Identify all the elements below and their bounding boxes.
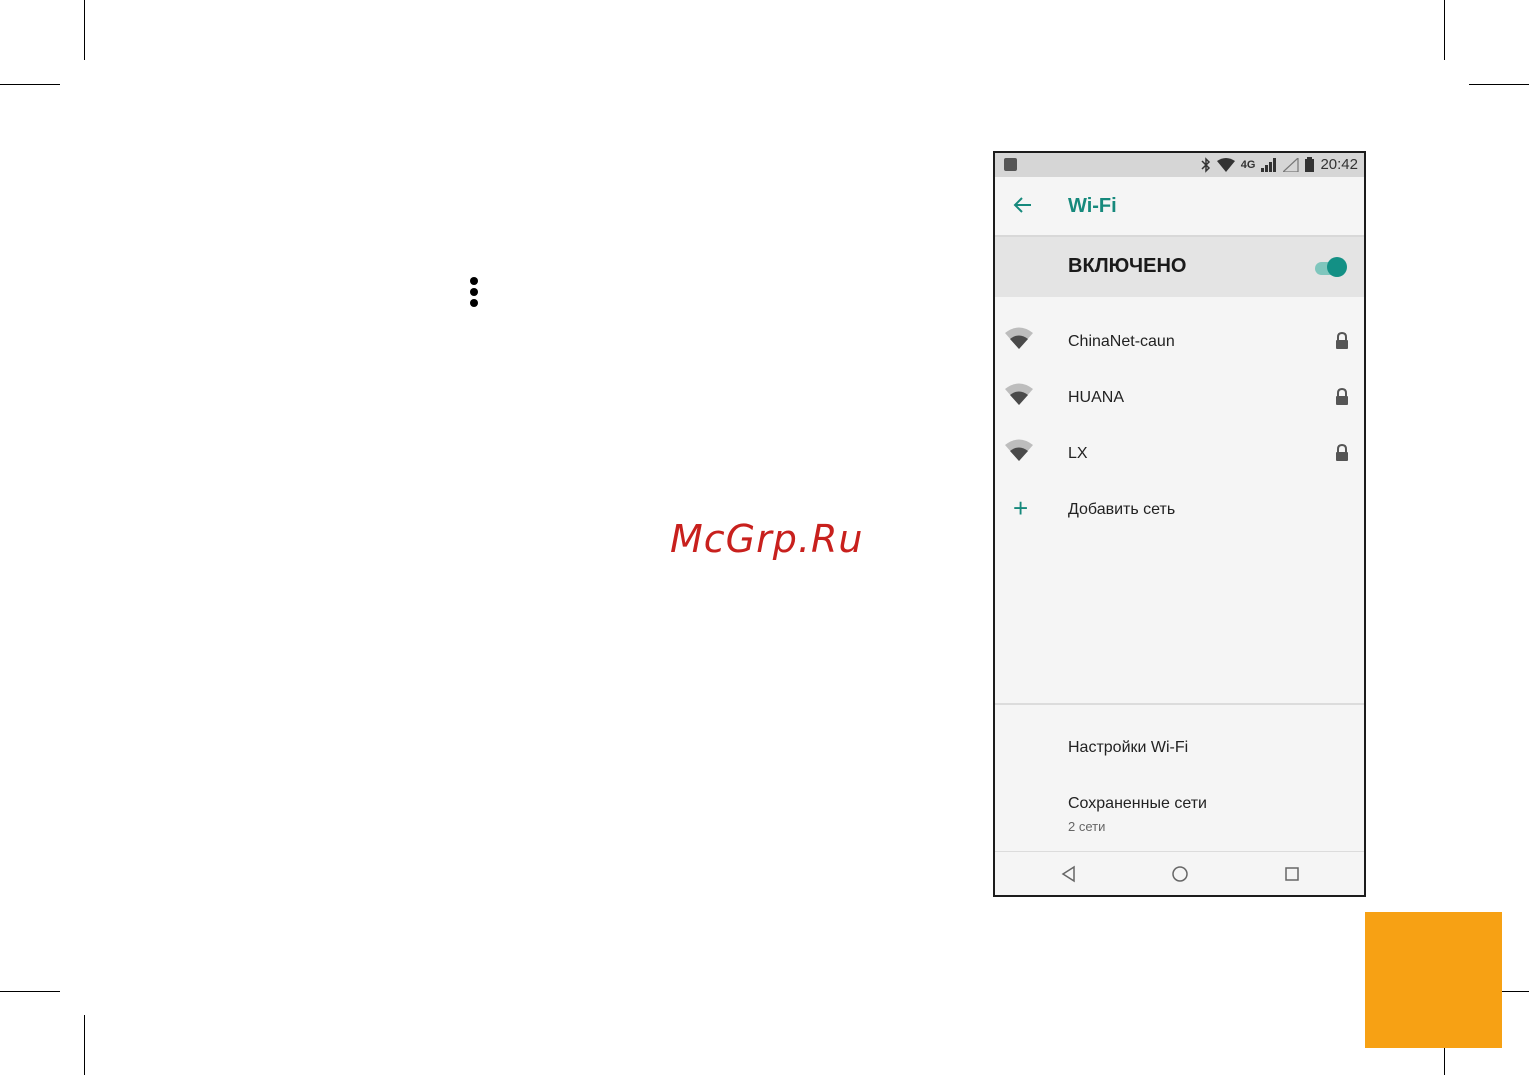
- nav-home-icon[interactable]: [1170, 864, 1190, 884]
- nav-recents-icon[interactable]: [1282, 864, 1302, 884]
- network-item[interactable]: HUANA: [995, 369, 1364, 425]
- page-tab-orange: [1365, 912, 1502, 1048]
- status-bar: 4G 20:42: [995, 153, 1364, 177]
- crop-mark: [84, 1015, 85, 1075]
- phone-screen: 4G 20:42 Wi-Fi ВКЛЮЧЕНО ChinaNet-caun HU…: [993, 151, 1366, 897]
- watermark: McGrp.Ru: [670, 517, 864, 561]
- add-network-button[interactable]: + Добавить сеть: [995, 481, 1364, 537]
- network-name: ChinaNet-caun: [1068, 333, 1175, 350]
- divider: [995, 703, 1364, 705]
- network-type-label: 4G: [1240, 158, 1256, 171]
- wifi-signal-icon: [1005, 327, 1033, 349]
- saved-networks-item[interactable]: Сохраненные сети: [1068, 795, 1207, 813]
- add-network-label: Добавить сеть: [1068, 501, 1176, 518]
- network-item[interactable]: ChinaNet-caun: [995, 313, 1364, 369]
- app-bar: Wi-Fi: [995, 177, 1364, 237]
- status-time: 20:42: [1320, 156, 1358, 173]
- wifi-signal-icon: [1005, 383, 1033, 405]
- crop-mark: [0, 84, 60, 85]
- crop-mark: [1469, 84, 1529, 85]
- battery-icon: [1305, 157, 1315, 172]
- no-sim-icon: [1283, 157, 1300, 172]
- lock-icon: [1336, 444, 1348, 461]
- crop-mark: [84, 0, 85, 60]
- lock-icon: [1336, 332, 1348, 349]
- network-item[interactable]: LX: [995, 425, 1364, 481]
- toggle-thumb: [1327, 257, 1347, 277]
- wifi-signal-icon: [1216, 157, 1235, 172]
- saved-networks-count: 2 сети: [1068, 819, 1106, 834]
- more-options-icon: [469, 277, 479, 309]
- crop-mark: [1444, 0, 1445, 60]
- back-arrow-icon[interactable]: [1011, 193, 1035, 217]
- network-name: HUANA: [1068, 389, 1125, 406]
- wifi-toggle[interactable]: [1313, 254, 1349, 280]
- page-title: Wi-Fi: [1068, 195, 1117, 217]
- lock-icon: [1336, 388, 1348, 405]
- plus-icon: +: [1013, 493, 1029, 523]
- image-icon: [1004, 158, 1017, 171]
- wifi-settings-item[interactable]: Настройки Wi-Fi: [1068, 739, 1188, 757]
- network-name: LX: [1068, 445, 1088, 462]
- cellular-signal-icon: [1261, 157, 1277, 172]
- wifi-master-switch[interactable]: ВКЛЮЧЕНО: [995, 237, 1364, 297]
- wifi-signal-icon: [1005, 439, 1033, 461]
- crop-mark: [0, 991, 60, 992]
- switch-label: ВКЛЮЧЕНО: [1068, 255, 1187, 277]
- nav-back-icon[interactable]: [1059, 864, 1079, 884]
- navigation-bar: [995, 851, 1364, 895]
- bluetooth-icon: [1201, 156, 1210, 173]
